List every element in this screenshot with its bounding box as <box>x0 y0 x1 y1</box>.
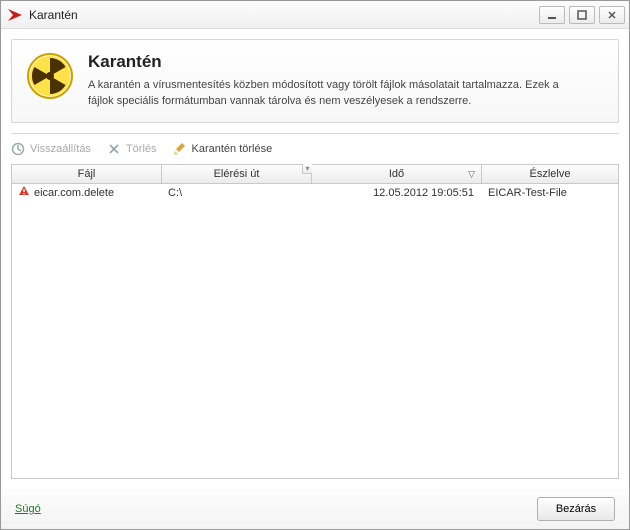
close-button[interactable] <box>599 6 625 24</box>
page-description: A karantén a vírusmentesítés közben módo… <box>88 78 568 110</box>
action-toolbar: Visszaállítás Törlés Karantén törlése <box>11 133 619 156</box>
restore-label: Visszaállítás <box>30 143 91 155</box>
column-path[interactable]: Elérési út▾ <box>162 165 312 183</box>
app-icon <box>7 7 23 23</box>
close-dialog-button[interactable]: Bezárás <box>537 497 615 521</box>
cell-path: C:\ <box>162 187 312 199</box>
broom-icon <box>173 142 187 156</box>
cell-file: eicar.com.delete <box>12 185 162 200</box>
filter-icon[interactable]: ▾ <box>302 164 312 174</box>
info-text: Karantén A karantén a vírusmentesítés kö… <box>88 52 568 110</box>
help-link[interactable]: Súgó <box>15 503 41 515</box>
quarantine-table: Fájl Elérési út▾ Idő▽ Észlelve eicar.com… <box>11 164 619 479</box>
column-detected[interactable]: Észlelve <box>482 165 618 183</box>
delete-icon <box>107 142 121 156</box>
window-title: Karantén <box>29 8 535 22</box>
threat-icon <box>18 185 30 200</box>
table-body: eicar.com.delete C:\ 12.05.2012 19:05:51… <box>12 184 618 478</box>
radiation-icon <box>26 52 74 100</box>
maximize-button[interactable] <box>569 6 595 24</box>
sort-desc-icon: ▽ <box>468 169 475 180</box>
clear-quarantine-button[interactable]: Karantén törlése <box>173 142 273 156</box>
minimize-button[interactable] <box>539 6 565 24</box>
restore-icon <box>11 142 25 156</box>
table-row[interactable]: eicar.com.delete C:\ 12.05.2012 19:05:51… <box>12 184 618 202</box>
page-title: Karantén <box>88 52 568 72</box>
column-file[interactable]: Fájl <box>12 165 162 183</box>
column-time[interactable]: Idő▽ <box>312 165 482 183</box>
delete-button[interactable]: Törlés <box>107 142 157 156</box>
cell-detected: EICAR-Test-File <box>482 187 618 199</box>
info-box: Karantén A karantén a vírusmentesítés kö… <box>11 39 619 123</box>
restore-button[interactable]: Visszaállítás <box>11 142 91 156</box>
table-header: Fájl Elérési út▾ Idő▽ Észlelve <box>12 165 618 184</box>
titlebar: Karantén <box>1 1 629 29</box>
footer: Súgó Bezárás <box>1 487 629 529</box>
quarantine-window: Karantén <box>0 0 630 530</box>
clear-label: Karantén törlése <box>192 143 273 155</box>
delete-label: Törlés <box>126 143 157 155</box>
content-area: Karantén A karantén a vírusmentesítés kö… <box>1 29 629 487</box>
cell-time: 12.05.2012 19:05:51 <box>312 187 482 199</box>
